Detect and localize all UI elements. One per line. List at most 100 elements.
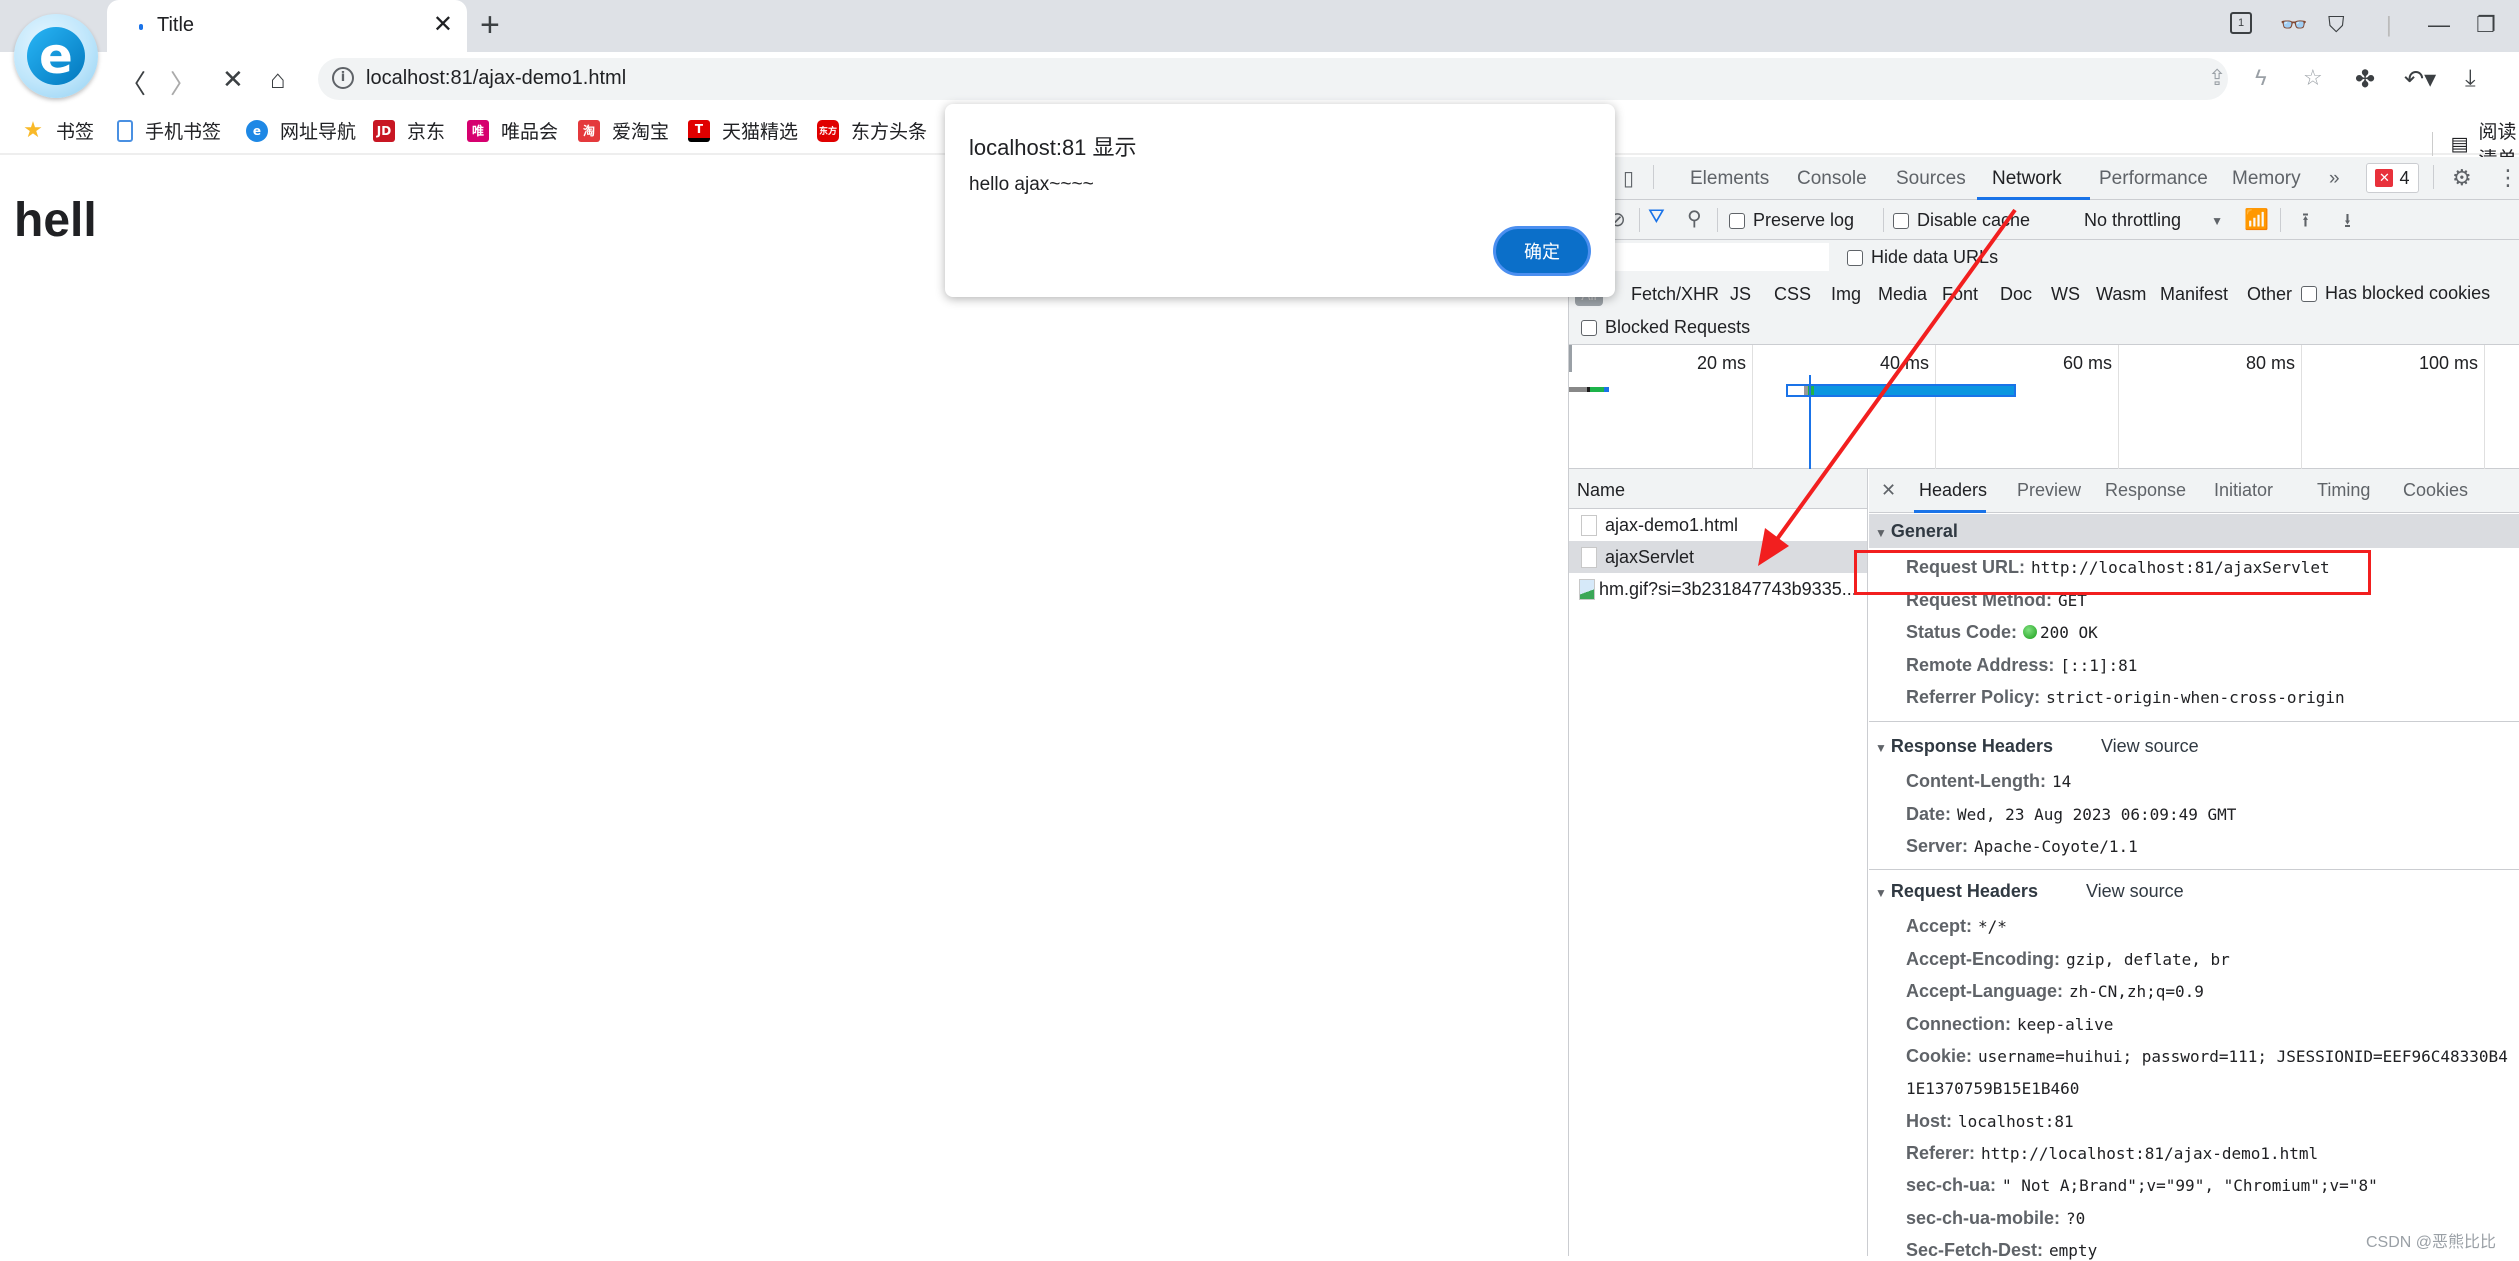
- search-icon[interactable]: ⚲: [1687, 206, 1702, 231]
- type-filter-js[interactable]: JS: [1730, 284, 1751, 305]
- devtools-tab-bar: ▯ Elements Console Sources Network Perfo…: [1569, 157, 2519, 200]
- tab-headers[interactable]: Headers: [1919, 480, 1987, 501]
- dftt-icon: 东方: [817, 119, 839, 142]
- minimize-icon[interactable]: —: [2428, 12, 2450, 38]
- undo-close-icon[interactable]: ↶▾: [2404, 65, 2436, 94]
- close-details-icon[interactable]: ✕: [1881, 480, 1896, 501]
- type-filter-fetch-xhr[interactable]: Fetch/XHR: [1631, 284, 1719, 305]
- view-source-link[interactable]: View source: [2086, 881, 2184, 901]
- incognito-icon[interactable]: 👓: [2280, 12, 2307, 38]
- browser-tab[interactable]: Title ✕: [107, 0, 467, 52]
- bookmark-item[interactable]: JD 京东: [373, 117, 445, 144]
- checkbox[interactable]: [1893, 212, 1909, 229]
- header-row: Remote Address: [::1]:81: [1906, 655, 2137, 676]
- type-filter-img[interactable]: Img: [1831, 284, 1861, 305]
- hide-data-urls-checkbox[interactable]: Hide data URLs: [1847, 247, 1998, 268]
- bookmark-label: 爱淘宝: [612, 122, 670, 143]
- reading-list-icon: ▤: [2450, 133, 2469, 155]
- disable-cache-checkbox[interactable]: Disable cache: [1893, 210, 2030, 231]
- request-headers-section-header[interactable]: ▼ Request Headers View source: [1869, 874, 2519, 908]
- download-icon[interactable]: ⤓: [2465, 65, 2476, 93]
- filter-icon[interactable]: ⛛: [1648, 206, 1665, 229]
- filter-input[interactable]: [1614, 243, 1829, 271]
- tab-timing[interactable]: Timing: [2317, 480, 2370, 501]
- header-row: Accept: */*: [1906, 916, 2007, 937]
- address-url[interactable]: localhost:81/ajax-demo1.html: [366, 67, 626, 90]
- type-filter-font[interactable]: Font: [1942, 284, 1978, 305]
- tab-close-icon[interactable]: ✕: [433, 10, 453, 39]
- request-row[interactable]: hm.gif?si=3b231847743b9335...: [1569, 573, 1867, 605]
- request-row[interactable]: ajax-demo1.html: [1569, 509, 1867, 541]
- type-filter-wasm[interactable]: Wasm: [2096, 284, 2146, 305]
- request-row[interactable]: ajaxServlet: [1569, 541, 1867, 573]
- type-filter-other[interactable]: Other: [2247, 284, 2292, 305]
- bookmark-item[interactable]: 东方 东方头条: [817, 117, 927, 144]
- checkbox[interactable]: [2301, 285, 2317, 302]
- tab-sources[interactable]: Sources: [1896, 168, 1966, 190]
- tab-initiator[interactable]: Initiator: [2214, 480, 2273, 501]
- tab-cookies[interactable]: Cookies: [2403, 480, 2468, 501]
- header-key: Referer:: [1906, 1143, 1976, 1163]
- blocked-requests-checkbox[interactable]: Blocked Requests: [1581, 317, 1750, 338]
- header-key: Status Code:: [1906, 622, 2018, 642]
- bookmark-item[interactable]: 手机书签: [117, 117, 221, 144]
- general-section-header[interactable]: ▼ General: [1869, 514, 2519, 548]
- tab-count-icon[interactable]: 1: [2230, 12, 2252, 34]
- tab-response[interactable]: Response: [2105, 480, 2186, 501]
- view-source-link[interactable]: View source: [2101, 736, 2199, 756]
- header-value: ?0: [2066, 1209, 2086, 1228]
- browser-logo-icon: e: [246, 119, 268, 142]
- new-tab-button[interactable]: +: [480, 6, 500, 45]
- tab-memory[interactable]: Memory: [2232, 168, 2301, 190]
- type-filter-css[interactable]: CSS: [1774, 284, 1811, 305]
- bookmark-item[interactable]: 唯 唯品会: [467, 117, 558, 144]
- address-bar[interactable]: i localhost:81/ajax-demo1.html ⇪ ϟ ☆: [318, 58, 2323, 100]
- bookmark-item[interactable]: e 网址导航: [246, 117, 356, 144]
- star-bookmark-icon[interactable]: ☆: [2303, 65, 2323, 91]
- import-har-icon[interactable]: ⭱: [2302, 206, 2309, 240]
- share-icon[interactable]: ⇪: [2208, 65, 2226, 91]
- home-button[interactable]: ⌂: [270, 64, 286, 95]
- checkbox[interactable]: [1729, 212, 1745, 229]
- more-tabs-button[interactable]: »: [2329, 168, 2340, 190]
- skin-icon[interactable]: ⛉: [2328, 12, 2345, 38]
- has-blocked-cookies-checkbox[interactable]: Has blocked cookies: [2301, 283, 2490, 304]
- checkbox[interactable]: [1581, 319, 1597, 336]
- more-options-icon[interactable]: ⋮: [2497, 165, 2519, 191]
- network-conditions-icon[interactable]: 📶: [2244, 207, 2269, 232]
- type-filter-media[interactable]: Media: [1878, 284, 1927, 305]
- name-column-header[interactable]: Name: [1569, 469, 1867, 509]
- bookmark-item[interactable]: T 天猫精选: [688, 117, 798, 144]
- settings-gear-icon[interactable]: ⚙: [2452, 165, 2472, 191]
- tab-console[interactable]: Console: [1797, 168, 1867, 190]
- back-button[interactable]: 〈: [120, 64, 146, 101]
- throttling-select[interactable]: No throttling ▼: [2084, 210, 2223, 231]
- tab-performance[interactable]: Performance: [2099, 168, 2208, 190]
- site-info-icon[interactable]: i: [332, 67, 354, 89]
- tab-preview[interactable]: Preview: [2017, 480, 2081, 501]
- divider: [1869, 721, 2519, 722]
- error-count-badge[interactable]: ✕ 4: [2366, 163, 2419, 193]
- flash-icon[interactable]: ϟ: [2255, 65, 2267, 91]
- type-filter-ws[interactable]: WS: [2051, 284, 2080, 305]
- network-overview-timeline[interactable]: 20 ms 40 ms 60 ms 80 ms 100 ms: [1569, 345, 2519, 469]
- tab-elements[interactable]: Elements: [1690, 168, 1769, 190]
- restore-icon[interactable]: ❐: [2476, 12, 2496, 38]
- preserve-log-checkbox[interactable]: Preserve log: [1729, 210, 1854, 231]
- bookmark-item[interactable]: 淘 爱淘宝: [578, 117, 669, 144]
- device-toolbar-icon[interactable]: ▯: [1623, 166, 1634, 191]
- tab-network[interactable]: Network: [1992, 168, 2062, 190]
- bookmark-item[interactable]: ★ 书签: [22, 117, 94, 144]
- extensions-icon[interactable]: ✤: [2355, 65, 2375, 94]
- export-har-icon[interactable]: ⭳: [2344, 206, 2351, 240]
- request-name: ajaxServlet: [1605, 546, 1695, 567]
- response-headers-section-header[interactable]: ▼ Response Headers View source: [1869, 729, 2519, 763]
- dialog-ok-button[interactable]: 确定: [1493, 226, 1591, 276]
- type-filter-doc[interactable]: Doc: [2000, 284, 2032, 305]
- forward-button[interactable]: 〉: [170, 64, 196, 101]
- type-filter-manifest[interactable]: Manifest: [2160, 284, 2228, 305]
- checkbox[interactable]: [1847, 249, 1863, 266]
- timeline-handle[interactable]: [1569, 345, 1572, 372]
- stop-button[interactable]: ✕: [222, 64, 244, 95]
- xhr-file-icon: [1581, 546, 1597, 568]
